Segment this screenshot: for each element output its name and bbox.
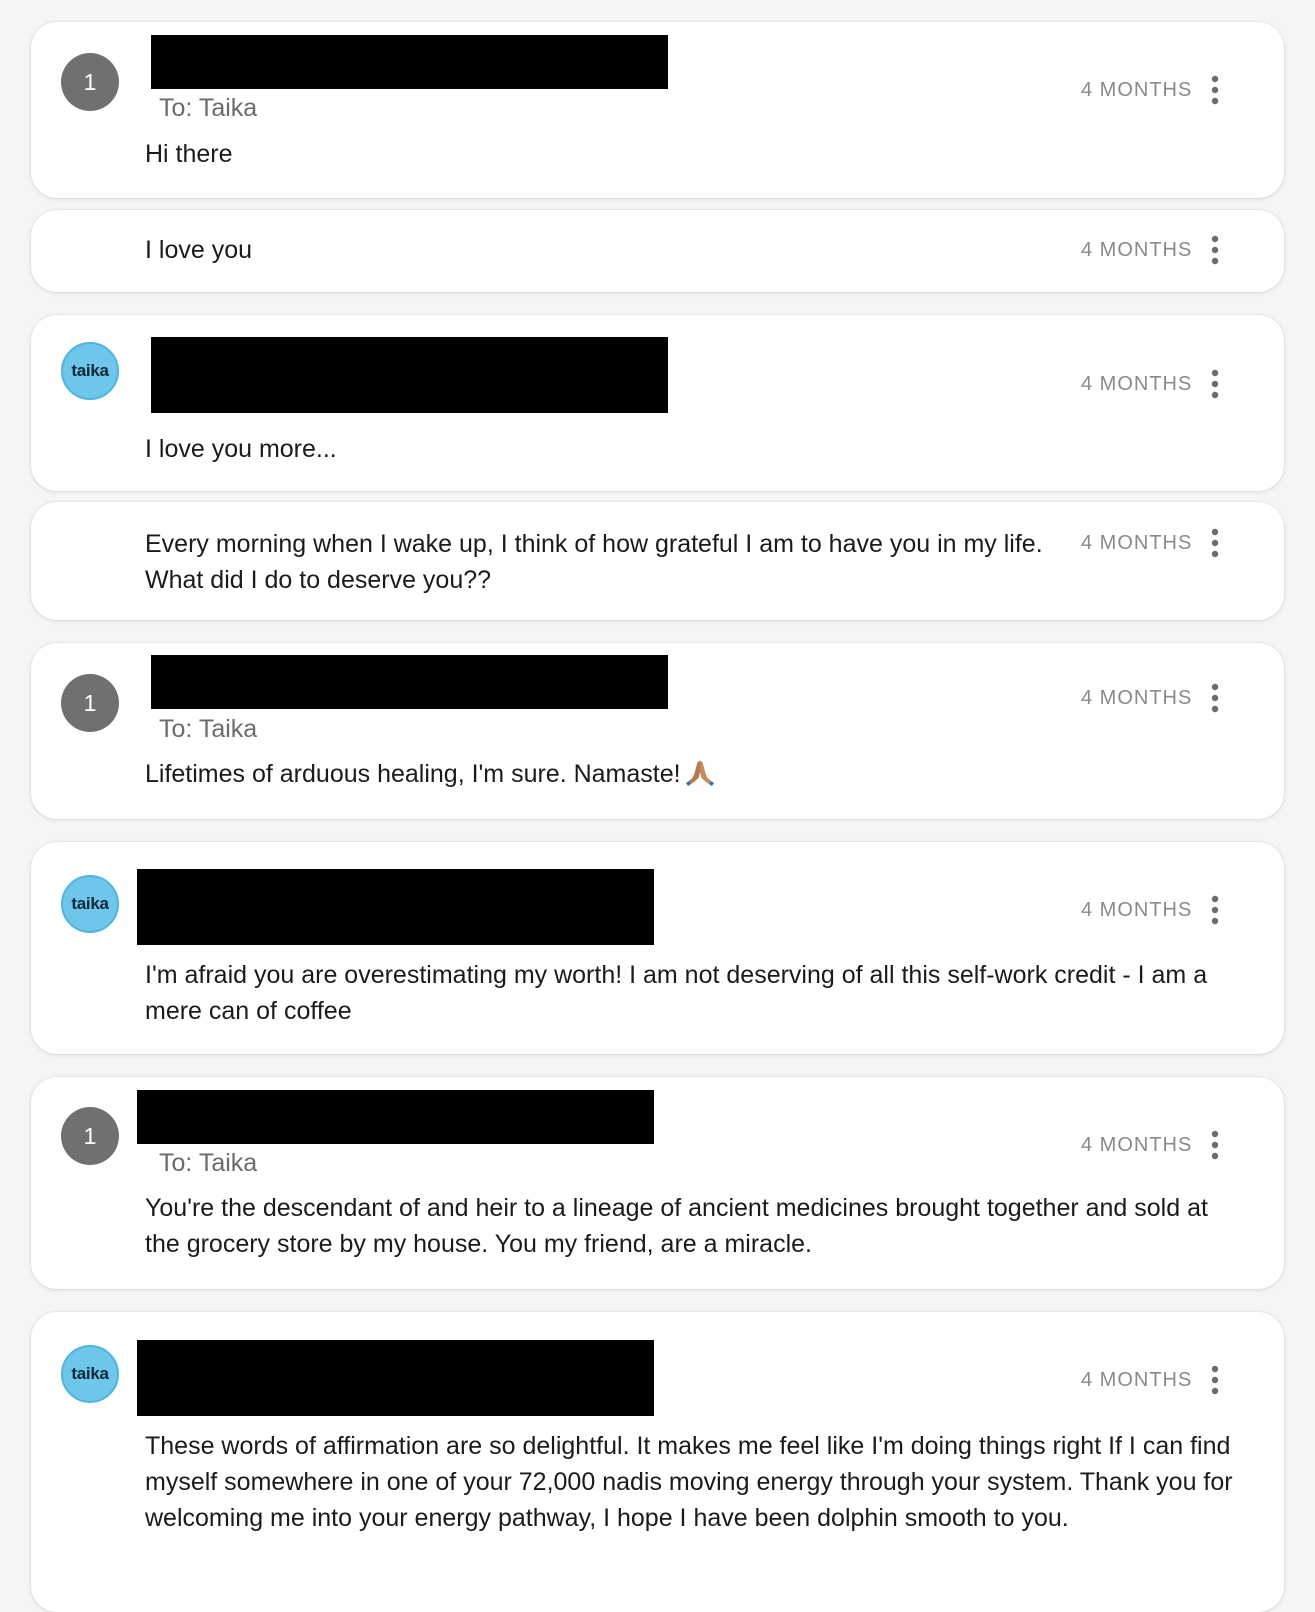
more-options-button[interactable] <box>1197 680 1233 716</box>
timestamp: 4 MONTHS <box>1081 532 1193 554</box>
more-vertical-icon <box>1211 895 1219 925</box>
message-text: I love you <box>145 236 253 264</box>
more-options-button[interactable] <box>1197 1127 1233 1163</box>
message-card[interactable]: 1 To: Taika You're the descendant of and… <box>31 1077 1284 1289</box>
more-vertical-icon <box>1211 369 1219 399</box>
more-vertical-icon <box>1211 1130 1219 1160</box>
more-options-button[interactable] <box>1197 232 1233 268</box>
message-text: These words of affirmation are so deligh… <box>145 1432 1233 1532</box>
recipient-label: To: Taika <box>159 715 258 743</box>
redacted-sender-name <box>137 1090 654 1144</box>
message-card[interactable]: 1 To: Taika Hi there 4 MONTHS <box>31 22 1284 198</box>
redacted-sender-name <box>137 869 654 945</box>
more-vertical-icon <box>1211 1365 1219 1395</box>
avatar[interactable]: 1 <box>61 674 119 732</box>
message-text: Lifetimes of arduous healing, I'm sure. … <box>145 756 1045 797</box>
more-options-button[interactable] <box>1197 1362 1233 1398</box>
message-card[interactable]: taika I love you more... 4 MONTHS <box>31 315 1284 491</box>
more-options-button[interactable] <box>1197 72 1233 108</box>
timestamp: 4 MONTHS <box>1081 1369 1193 1391</box>
more-vertical-icon <box>1211 683 1219 713</box>
more-options-button[interactable] <box>1197 366 1233 402</box>
timestamp: 4 MONTHS <box>1081 373 1193 395</box>
message-card[interactable]: Every morning when I wake up, I think of… <box>31 502 1284 620</box>
avatar[interactable]: 1 <box>61 53 119 111</box>
message-text: Hi there <box>145 140 233 168</box>
redacted-sender-name <box>151 337 668 413</box>
avatar[interactable]: 1 <box>61 1107 119 1165</box>
redacted-sender-name <box>151 655 668 709</box>
message-card[interactable]: I love you 4 MONTHS <box>31 210 1284 292</box>
recipient-label: To: Taika <box>159 94 258 122</box>
message-card[interactable]: 1 To: Taika Lifetimes of arduous healing… <box>31 643 1284 819</box>
avatar[interactable]: taika <box>61 1345 119 1403</box>
message-card[interactable]: taika These words of affirmation are so … <box>31 1312 1284 1612</box>
more-vertical-icon <box>1211 528 1219 558</box>
more-vertical-icon <box>1211 75 1219 105</box>
message-text: I'm afraid you are overestimating my wor… <box>145 961 1208 1025</box>
folded-hands-icon <box>685 757 715 797</box>
redacted-sender-name <box>151 35 668 89</box>
message-text: I love you more... <box>145 435 337 463</box>
recipient-label: To: Taika <box>159 1149 258 1177</box>
avatar[interactable]: taika <box>61 875 119 933</box>
timestamp: 4 MONTHS <box>1081 239 1193 261</box>
message-card[interactable]: taika I'm afraid you are overestimating … <box>31 842 1284 1054</box>
timestamp: 4 MONTHS <box>1081 1134 1193 1156</box>
timestamp: 4 MONTHS <box>1081 899 1193 921</box>
more-options-button[interactable] <box>1197 892 1233 928</box>
message-text: Every morning when I wake up, I think of… <box>145 530 1043 594</box>
redacted-sender-name <box>137 1340 654 1416</box>
timestamp: 4 MONTHS <box>1081 687 1193 709</box>
message-body: Lifetimes of arduous healing, I'm sure. … <box>145 760 681 788</box>
more-options-button[interactable] <box>1197 525 1233 561</box>
message-text: You're the descendant of and heir to a l… <box>145 1194 1208 1258</box>
avatar[interactable]: taika <box>61 342 119 400</box>
timestamp: 4 MONTHS <box>1081 79 1193 101</box>
more-vertical-icon <box>1211 235 1219 265</box>
